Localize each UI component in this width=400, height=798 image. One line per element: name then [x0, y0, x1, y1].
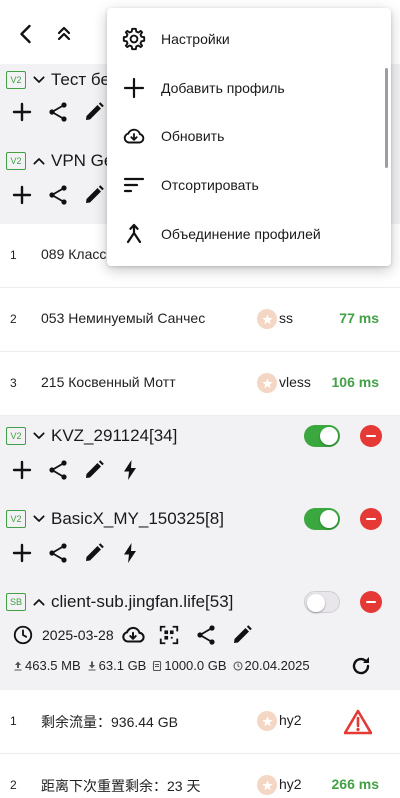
total-quota: 1000.0 GB — [164, 658, 227, 673]
menu-item-settings[interactable]: Настройки — [107, 15, 391, 63]
star-icon[interactable] — [257, 373, 277, 393]
remove-icon[interactable] — [360, 508, 382, 530]
cloud-download-icon — [121, 123, 147, 149]
group-name[interactable]: BasicX_MY_150325[8] — [51, 509, 224, 529]
gear-icon — [121, 26, 147, 52]
share-icon[interactable] — [194, 622, 220, 648]
expiry-icon — [232, 660, 243, 671]
expiry-date: 20.04.2025 — [244, 658, 310, 673]
latency: 266 ms — [331, 776, 379, 792]
group-name[interactable]: KVZ_291124[34] — [51, 426, 177, 446]
list-item[interactable]: 3 215 Косвенный Мотт vless 106 ms — [0, 352, 400, 416]
add-icon[interactable] — [10, 97, 46, 127]
chevron-up-icon[interactable] — [30, 152, 48, 170]
row-index: 1 — [10, 248, 17, 262]
server-name: 215 Косвенный Мотт — [41, 374, 176, 390]
chevron-down-icon[interactable] — [30, 427, 48, 445]
cloud-download-icon[interactable] — [120, 622, 150, 648]
edit-icon[interactable] — [230, 622, 256, 648]
profile-group: SB client-sub.jingfan.life[53] 2025-03-2… — [0, 580, 400, 690]
download-icon — [88, 661, 96, 670]
group-type-badge: V2 — [6, 427, 26, 445]
share-icon[interactable] — [46, 180, 82, 210]
group-name[interactable]: VPN Ge — [51, 151, 113, 171]
profile-group: V2 BasicX_MY_150325[8] — [0, 496, 400, 580]
protocol-type: ss — [279, 310, 293, 326]
server-name: 089 Класс — [41, 246, 107, 262]
group-enable-toggle[interactable] — [304, 425, 340, 447]
menu-item-label: Добавить профиль — [161, 80, 285, 96]
chevron-up-icon[interactable] — [30, 593, 48, 611]
remove-icon[interactable] — [360, 591, 382, 613]
lightning-icon[interactable] — [118, 455, 154, 485]
plus-icon — [121, 75, 147, 101]
group-enable-toggle[interactable] — [304, 508, 340, 530]
subscription-usage: 463.5 MB 63.1 GB 1000.0 GB 20.04.2025 — [12, 658, 310, 673]
group-name[interactable]: Тест бе — [51, 70, 110, 90]
clock-icon — [12, 622, 38, 648]
group-enable-toggle[interactable] — [304, 591, 340, 613]
add-icon[interactable] — [10, 180, 46, 210]
chevron-down-icon[interactable] — [30, 510, 48, 528]
share-icon[interactable] — [46, 455, 82, 485]
list-item[interactable]: 2 053 Неминуемый Санчес ss 77 ms — [0, 288, 400, 352]
star-icon[interactable] — [257, 309, 277, 329]
menu-item-add-profile[interactable]: Добавить профиль — [107, 64, 391, 112]
menu-item-refresh[interactable]: Обновить — [107, 112, 391, 160]
menu-item-label: Обновить — [161, 128, 225, 144]
group-type-badge: V2 — [6, 152, 26, 170]
protocol-type: hy2 — [279, 712, 302, 728]
server-name: 053 Неминуемый Санчес — [41, 310, 206, 326]
list-item[interactable]: 1 剩余流量：936.44 GB hy2 — [0, 690, 400, 754]
group-name[interactable]: client-sub.jingfan.life[53] — [51, 592, 233, 612]
menu-item-label: Настройки — [161, 31, 230, 47]
star-icon[interactable] — [257, 711, 277, 731]
menu-scrollbar[interactable] — [385, 68, 388, 168]
add-icon[interactable] — [10, 455, 46, 485]
storage-icon — [153, 660, 162, 671]
add-icon[interactable] — [10, 538, 46, 568]
refresh-icon[interactable] — [348, 653, 374, 679]
group-type-badge: SB — [6, 593, 26, 611]
lightning-icon[interactable] — [118, 538, 154, 568]
qr-code-icon[interactable] — [158, 622, 184, 648]
menu-item-label: Отсортировать — [161, 177, 259, 193]
share-icon[interactable] — [46, 538, 82, 568]
protocol-type: hy2 — [279, 776, 302, 792]
menu-item-sort[interactable]: Отсортировать — [107, 161, 391, 209]
double-chevron-up-icon[interactable] — [51, 21, 77, 47]
share-icon[interactable] — [46, 97, 82, 127]
warning-icon — [343, 709, 373, 735]
arrow-back-icon[interactable] — [12, 20, 40, 48]
edit-icon[interactable] — [82, 538, 118, 568]
server-name: 剩余流量：936.44 GB — [41, 714, 178, 730]
latency: 106 ms — [331, 374, 379, 390]
sort-icon — [121, 172, 147, 198]
overflow-menu: Настройки Добавить профиль Обновить Отсо… — [107, 8, 391, 266]
star-icon[interactable] — [257, 775, 277, 795]
edit-icon[interactable] — [82, 455, 118, 485]
remove-icon[interactable] — [360, 425, 382, 447]
row-index: 3 — [10, 376, 17, 390]
protocol-type: vless — [279, 374, 311, 390]
server-name: 距离下次重置剩余：23 天 — [41, 778, 201, 794]
merge-icon — [121, 221, 147, 247]
chevron-down-icon[interactable] — [30, 71, 48, 89]
upload-icon — [14, 661, 22, 670]
menu-item-label: Объединение профилей — [161, 226, 321, 242]
row-index: 2 — [10, 778, 17, 792]
group-type-badge: V2 — [6, 71, 26, 89]
latency: 77 ms — [339, 310, 379, 326]
group-type-badge: V2 — [6, 510, 26, 528]
upload-amount: 463.5 MB — [25, 658, 81, 673]
row-index: 1 — [10, 714, 17, 728]
download-amount: 63.1 GB — [98, 658, 147, 673]
list-item[interactable]: 2 距离下次重置剩余：23 天 hy2 266 ms — [0, 754, 400, 798]
update-date: 2025-03-28 — [42, 627, 114, 643]
menu-item-merge-profiles[interactable]: Объединение профилей — [107, 210, 391, 258]
profile-group: V2 KVZ_291124[34] — [0, 416, 400, 496]
row-index: 2 — [10, 312, 17, 326]
